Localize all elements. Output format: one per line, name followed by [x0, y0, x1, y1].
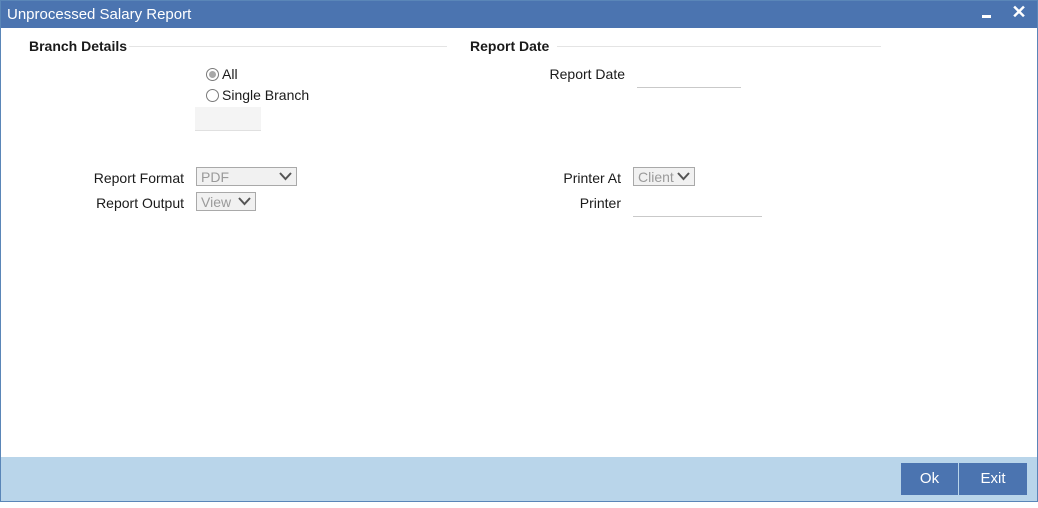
ok-button[interactable]: Ok [901, 463, 958, 495]
radio-all-button[interactable] [206, 67, 219, 81]
printer-at-select[interactable]: Client [633, 167, 695, 186]
window-title: Unprocessed Salary Report [7, 6, 192, 23]
chevron-down-icon [238, 197, 251, 206]
printer-input[interactable] [633, 192, 762, 217]
branch-code-field[interactable] [195, 107, 261, 131]
report-date-input[interactable] [637, 63, 741, 88]
exit-button[interactable]: Exit [959, 463, 1027, 495]
report-format-select[interactable]: PDF [196, 167, 297, 186]
report-date-label: Report Date [549, 66, 625, 82]
printer-label: Printer [579, 195, 621, 211]
report-format-value: PDF [201, 169, 229, 185]
printer-at-label: Printer At [563, 170, 621, 186]
report-output-label: Report Output [96, 195, 184, 211]
report-window: Unprocessed Salary Report ✕ Branch Detai… [0, 0, 1038, 502]
report-output-value: View [201, 194, 232, 210]
radio-all-label: All [222, 66, 238, 82]
chevron-down-icon [677, 172, 690, 181]
radio-single-branch-button[interactable] [206, 88, 219, 102]
report-format-label: Report Format [93, 170, 184, 186]
chevron-down-icon [279, 172, 292, 181]
radio-all[interactable]: All [206, 66, 238, 82]
branch-details-divider [129, 46, 447, 47]
radio-single-branch[interactable]: Single Branch [206, 87, 309, 103]
branch-details-heading: Branch Details [29, 38, 128, 54]
close-icon[interactable]: ✕ [1009, 3, 1029, 23]
minimize-icon[interactable] [977, 3, 997, 23]
printer-at-value: Client [638, 169, 674, 185]
radio-single-branch-label: Single Branch [222, 87, 310, 103]
report-date-divider [557, 46, 881, 47]
report-date-heading: Report Date [470, 38, 550, 54]
title-bar: Unprocessed Salary Report ✕ [1, 1, 1037, 28]
report-output-select[interactable]: View [196, 192, 256, 211]
footer-bar [1, 457, 1037, 501]
